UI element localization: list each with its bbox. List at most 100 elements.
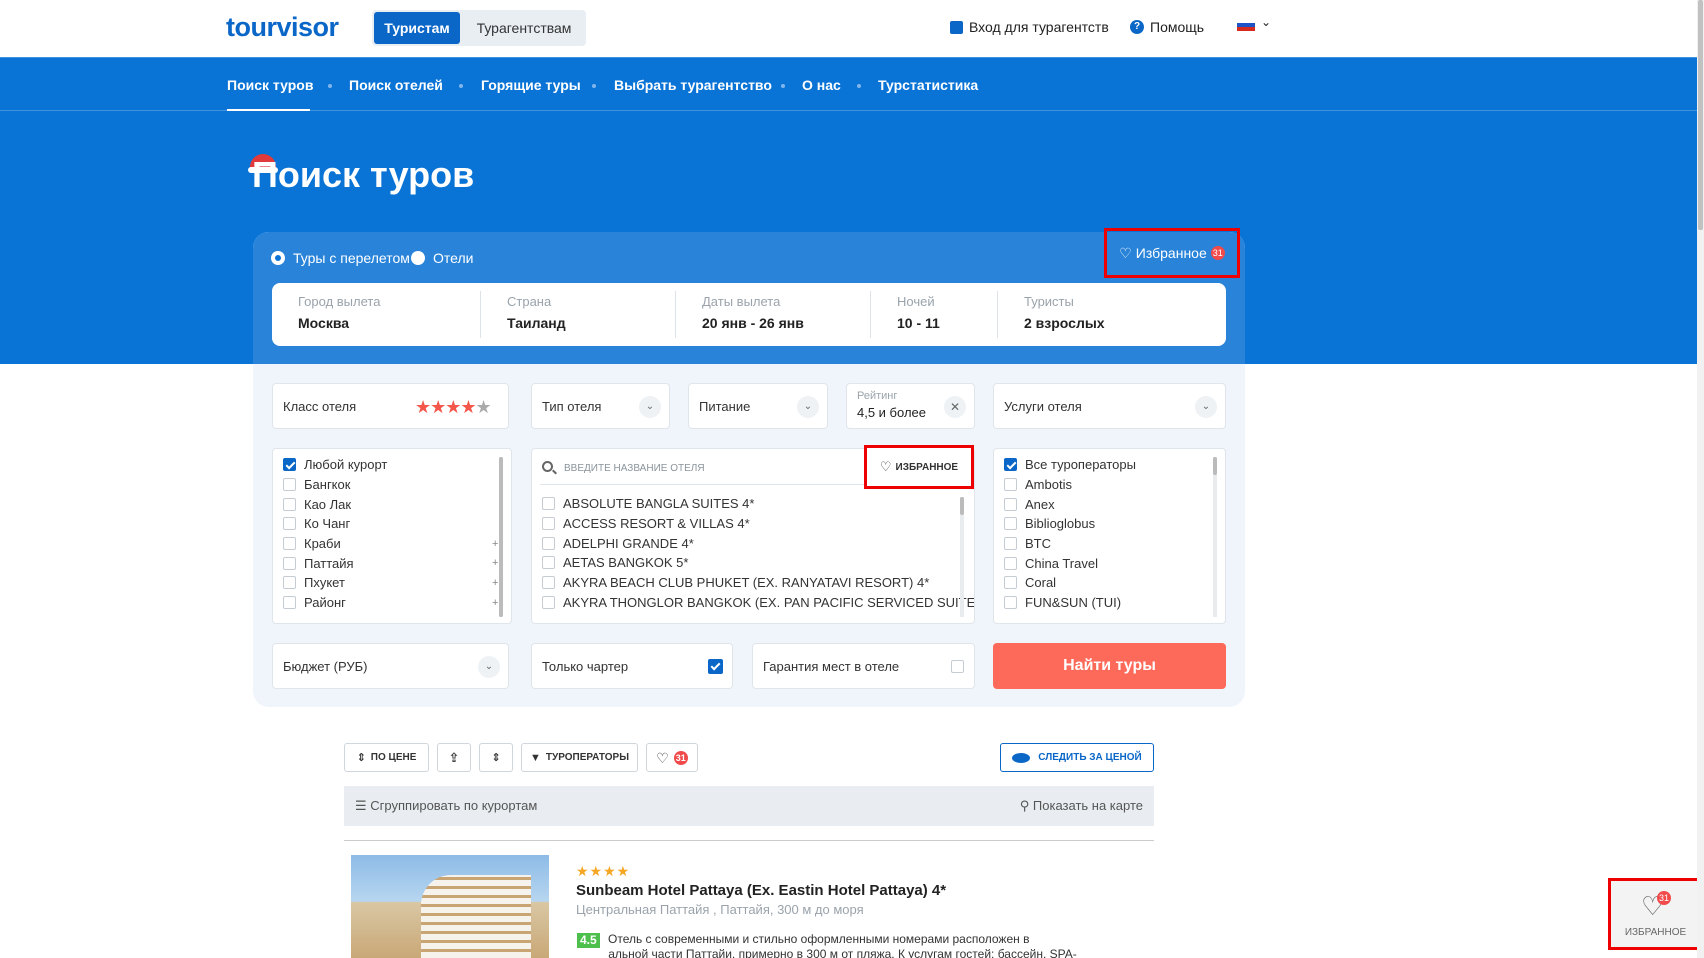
checkbox[interactable] (1004, 478, 1017, 492)
help-link[interactable]: ? Помощь (1130, 19, 1204, 35)
expand-icon[interactable]: + (492, 538, 498, 550)
find-tours-button[interactable]: Найти туры (993, 643, 1226, 689)
group-by-resorts-toggle[interactable]: ☰ Сгруппировать по курортам (355, 798, 537, 814)
show-on-map-link[interactable]: ⚲ Показать на карте (1020, 798, 1143, 814)
checkbox[interactable] (1004, 537, 1017, 551)
rating-filter[interactable]: Рейтинг 4,5 и более ✕ (846, 383, 975, 429)
star-rating-selector[interactable]: ★★★★★ (415, 397, 492, 418)
logo[interactable]: tourvisor (226, 12, 339, 43)
favorites-button[interactable]: ♡ Избранное 31 (1104, 228, 1240, 278)
list-item[interactable]: Пхукет + (283, 573, 498, 593)
checkbox[interactable] (542, 595, 555, 609)
show-map-label: Показать на карте (1032, 798, 1143, 813)
list-item[interactable]: Ко Чанг (283, 514, 387, 534)
hotel-search-input[interactable]: введите название отеля (564, 463, 705, 474)
list-item[interactable]: FUN&SUN (TUI) (1004, 593, 1136, 613)
hotel-photo[interactable] (351, 855, 549, 958)
sort-direction-button[interactable]: ⇕ (479, 743, 513, 772)
checkbox[interactable] (283, 458, 296, 472)
checkbox[interactable] (1004, 576, 1017, 590)
checkbox[interactable] (542, 556, 555, 570)
radio-hotels[interactable]: Отели (411, 250, 473, 266)
list-item[interactable]: AKYRA THONGLOR BANGKOK (EX. PAN PACIFIC … (542, 592, 974, 612)
list-item[interactable]: BTC (1004, 534, 1136, 554)
nav-item-hot-tours[interactable]: Горящие туры (481, 77, 581, 93)
list-item[interactable]: ACCESS RESORT & VILLAS 4* (542, 514, 974, 534)
checkbox[interactable] (1004, 497, 1017, 511)
nav-item-hotel-search[interactable]: Поиск отелей (349, 77, 443, 93)
agent-login-link[interactable]: Вход для турагентств (950, 19, 1109, 35)
nav-item-about[interactable]: О нас (802, 77, 841, 93)
list-item[interactable]: AKYRA BEACH CLUB PHUKET (EX. RANYATAVI R… (542, 573, 974, 593)
list-item[interactable]: Все туроператоры (1004, 455, 1136, 475)
scrollbar[interactable] (1213, 457, 1217, 617)
checkbox[interactable] (283, 556, 296, 570)
list-item[interactable]: ADELPHI GRANDE 4* (542, 533, 974, 553)
dates-field[interactable]: Даты вылета 20 янв - 26 янв (675, 291, 870, 338)
tourists-field[interactable]: Туристы 2 взрослых (997, 291, 1226, 338)
checkbox[interactable] (708, 659, 723, 674)
list-item[interactable]: Ambotis (1004, 475, 1136, 495)
hotel-class-filter[interactable]: Класс отеля ★★★★★ (272, 383, 509, 429)
list-item[interactable]: Biblioglobus (1004, 514, 1136, 534)
nav-item-choose-agency[interactable]: Выбрать турагентство (614, 77, 772, 93)
expand-icon[interactable]: + (492, 577, 498, 589)
checkbox[interactable] (1004, 596, 1017, 610)
departure-city-field[interactable]: Город вылета Москва (272, 283, 480, 346)
expand-icon[interactable]: + (492, 557, 498, 569)
hotel-name[interactable]: Sunbeam Hotel Pattaya (Ex. Eastin Hotel … (576, 882, 946, 899)
hotel-type-filter[interactable]: Тип отеля ⌄ (531, 383, 670, 429)
budget-filter[interactable]: Бюджет (РУБ) ⌄ (272, 643, 509, 689)
checkbox[interactable] (542, 497, 555, 511)
checkbox[interactable] (1004, 458, 1017, 472)
checkbox[interactable] (1004, 556, 1017, 570)
list-item[interactable]: Любой курорт (283, 455, 387, 475)
checkbox[interactable] (1004, 517, 1017, 531)
clear-icon[interactable]: ✕ (944, 396, 966, 418)
list-item[interactable]: Coral (1004, 573, 1136, 593)
hotel-favorites-button[interactable]: ♡ избранное (864, 445, 974, 489)
charter-only-toggle[interactable]: Только чартер (531, 643, 733, 689)
language-selector[interactable]: ⌄ (1237, 15, 1271, 31)
nights-field[interactable]: Ночей 10 - 11 (870, 291, 997, 338)
list-item[interactable]: Anex (1004, 494, 1136, 514)
chevron-down-icon: ⌄ (1195, 396, 1217, 418)
expand-icon[interactable]: + (492, 597, 498, 609)
list-item[interactable]: AETAS BANGKOK 5* (542, 553, 974, 573)
checkbox[interactable] (283, 497, 296, 511)
operators-filter-button[interactable]: ▼ туроператоры (521, 743, 638, 772)
scrollbar[interactable] (499, 457, 503, 617)
favorites-filter-button[interactable]: ♡ 31 (646, 743, 698, 772)
list-item[interactable]: Као Лак (283, 494, 387, 514)
checkbox[interactable] (542, 517, 555, 531)
list-item[interactable]: Паттайя + (283, 553, 498, 573)
nav-item-stats[interactable]: Турстатистика (878, 77, 978, 93)
page-scrollbar[interactable] (1697, 0, 1704, 958)
list-item[interactable]: Бангкок (283, 475, 387, 495)
checkbox[interactable] (283, 576, 296, 590)
list-item[interactable]: Районг + (283, 593, 498, 613)
checkbox[interactable] (951, 660, 964, 673)
list-item[interactable]: ABSOLUTE BANGLA SUITES 4* (542, 494, 974, 514)
floating-favorites-button[interactable]: ♡ 31 избранное (1608, 878, 1703, 950)
country-field[interactable]: Страна Таиланд (480, 291, 675, 338)
checkbox[interactable] (283, 478, 296, 492)
checkbox[interactable] (283, 517, 296, 531)
checkbox[interactable] (542, 536, 555, 550)
checkbox[interactable] (283, 596, 296, 610)
watch-price-button[interactable]: СЛЕДИТЬ ЗА ЦЕНОЙ (1000, 743, 1154, 772)
radio-tours[interactable]: Туры с перелетом (271, 250, 410, 266)
checkbox[interactable] (283, 537, 296, 551)
sort-by-price-button[interactable]: ⇕ по цене (344, 743, 429, 772)
tab-agencies[interactable]: Турагентствам (464, 12, 584, 44)
list-item[interactable]: Краби + (283, 534, 498, 554)
checkbox[interactable] (542, 576, 555, 590)
tab-tourists[interactable]: Туристам (374, 12, 460, 44)
meal-filter[interactable]: Питание ⌄ (688, 383, 828, 429)
nav-item-tour-search[interactable]: Поиск туров (227, 77, 313, 93)
list-item[interactable]: China Travel (1004, 553, 1136, 573)
guarantee-toggle[interactable]: Гарантия мест в отеле (752, 643, 975, 689)
share-button[interactable]: ⇪ (437, 743, 471, 772)
scrollbar[interactable] (960, 497, 964, 617)
services-filter[interactable]: Услуги отеля ⌄ (993, 383, 1226, 429)
